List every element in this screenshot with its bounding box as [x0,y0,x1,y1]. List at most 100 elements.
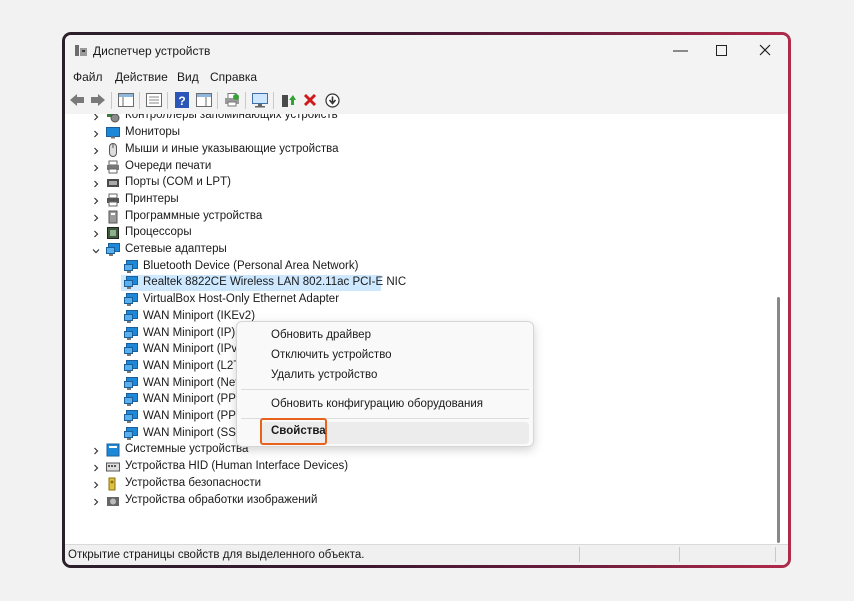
maximize-icon [716,44,727,56]
chevron-right-icon[interactable] [91,178,101,188]
print-button[interactable] [223,91,241,109]
tree-category-row[interactable]: Очереди печати [65,159,769,175]
context-update-driver[interactable]: Обновить драйвер [271,329,371,341]
scan-hardware-button[interactable] [251,91,269,109]
tree-device-row[interactable]: Bluetooth Device (Personal Area Network) [65,259,769,275]
status-bar: Открытие страницы свойств для выделенног… [65,544,788,565]
printer-icon [106,193,120,207]
network-adapter-icon [124,376,138,391]
update-driver-icon [282,95,296,107]
chevron-right-icon[interactable] [91,128,101,138]
toolbar-separator [111,92,112,109]
processor-icon [106,226,120,240]
context-scan-hardware[interactable]: Обновить конфигурацию оборудования [271,398,483,410]
tree-item-label: Мыши и иные указывающие устройства [125,142,339,155]
close-icon [759,44,770,56]
device-manager-app-icon [75,45,87,56]
tree-category-row[interactable]: Порты (COM и LPT) [65,175,769,191]
disable-icon [324,92,340,108]
tree-category-row[interactable]: Устройства безопасности [65,476,769,492]
tree-item-label: Bluetooth Device (Personal Area Network) [143,259,359,272]
chevron-right-icon[interactable] [91,212,101,222]
scrollbar-thumb[interactable] [777,297,780,543]
tree-category-row[interactable]: Процессоры [65,225,769,241]
forward-button[interactable] [89,91,107,109]
chevron-right-icon[interactable] [91,114,101,121]
maximize-button[interactable] [699,35,744,65]
toolbar: ? [65,87,788,115]
tree-category-row[interactable]: Принтеры [65,192,769,208]
tree-item-label: WAN Miniport (IPv6) [143,343,248,356]
toolbar-separator [167,92,168,109]
chevron-right-icon[interactable] [91,145,101,155]
console-tree-button[interactable] [117,91,135,109]
tree-category-row[interactable]: Мыши и иные указывающие устройства [65,142,769,158]
disable-button[interactable] [323,91,341,109]
tree-category-row[interactable]: Контроллеры запоминающих устройств [65,114,769,124]
toolbar-separator [273,92,274,109]
properties-button[interactable] [145,91,163,109]
chevron-right-icon[interactable] [91,162,101,172]
network-adapter-icon [124,309,138,324]
device-manager-window: Диспетчер устройств — Файл Действие Вид … [65,35,788,565]
print-icon [225,93,239,107]
chevron-right-icon[interactable] [91,195,101,205]
context-disable-device[interactable]: Отключить устройство [271,349,392,361]
menu-bar: Файл Действие Вид Справка [65,65,788,87]
update-driver-button[interactable] [279,91,297,109]
status-divider [679,547,680,562]
minimize-button[interactable]: — [658,35,703,65]
svg-text:?: ? [178,94,185,108]
action-pane-button[interactable] [195,91,213,109]
network-adapter-icon [124,326,138,341]
vertical-scrollbar[interactable] [769,114,788,545]
chevron-right-icon[interactable] [91,462,101,472]
tree-item-label: Realtek 8822CE Wireless LAN 802.11ac PCI… [143,276,407,289]
tree-item-label: Устройства безопасности [125,476,262,489]
properties-icon [146,93,162,107]
tree-item-label: VirtualBox Host-Only Ethernet Adapter [143,293,340,306]
tree-item-label: WAN Miniport (IKEv2) [143,309,256,322]
tree-category-row[interactable]: Сетевые адаптеры [65,242,769,258]
title-bar: Диспетчер устройств — [65,35,788,65]
close-button[interactable] [742,35,787,65]
help-button[interactable]: ? [173,91,191,109]
network-adapter-icon [124,359,138,374]
chevron-down-icon[interactable] [91,245,101,255]
system-device-icon [106,443,120,457]
monitor-icon [106,126,120,140]
menu-help[interactable]: Справка [210,70,257,84]
menu-view[interactable]: Вид [177,70,199,84]
tree-item-label: Принтеры [125,192,179,205]
context-separator [241,389,529,390]
chevron-right-icon[interactable] [91,479,101,489]
tree-category-row[interactable]: Программные устройства [65,209,769,225]
minimize-icon: — [673,41,688,59]
tree-device-row[interactable]: VirtualBox Host-Only Ethernet Adapter [65,292,769,308]
tree-device-row[interactable]: Realtek 8822CE Wireless LAN 802.11ac PCI… [65,275,769,292]
menu-action[interactable]: Действие [115,70,168,84]
tree-item-label: Контроллеры запоминающих устройств [125,114,338,122]
tree-item-label: Процессоры [125,226,192,239]
tree-category-row[interactable]: Устройства обработки изображений [65,493,769,509]
network-adapter-icon [124,343,138,357]
security-device-icon [106,477,120,491]
toolbar-separator [217,92,218,109]
tree-item-label: Порты (COM и LPT) [125,176,231,189]
network-adapter-icon [106,243,120,257]
chevron-right-icon[interactable] [91,228,101,238]
network-adapter-icon [124,259,138,274]
tree-item-label: Устройства HID (Human Interface Devices) [125,460,349,473]
window-frame: Диспетчер устройств — Файл Действие Вид … [62,32,791,568]
back-button[interactable] [68,91,86,109]
chevron-right-icon[interactable] [91,445,101,455]
uninstall-button[interactable] [301,91,319,109]
context-uninstall-device[interactable]: Удалить устройство [271,369,377,381]
context-properties[interactable]: Свойства [271,425,326,437]
chevron-right-icon[interactable] [91,496,101,506]
tree-category-row[interactable]: Мониторы [65,125,769,141]
tree-category-row[interactable]: Устройства HID (Human Interface Devices) [65,459,769,475]
tree-item-label: Мониторы [125,126,181,139]
toolbar-separator [139,92,140,109]
menu-file[interactable]: Файл [73,70,103,84]
